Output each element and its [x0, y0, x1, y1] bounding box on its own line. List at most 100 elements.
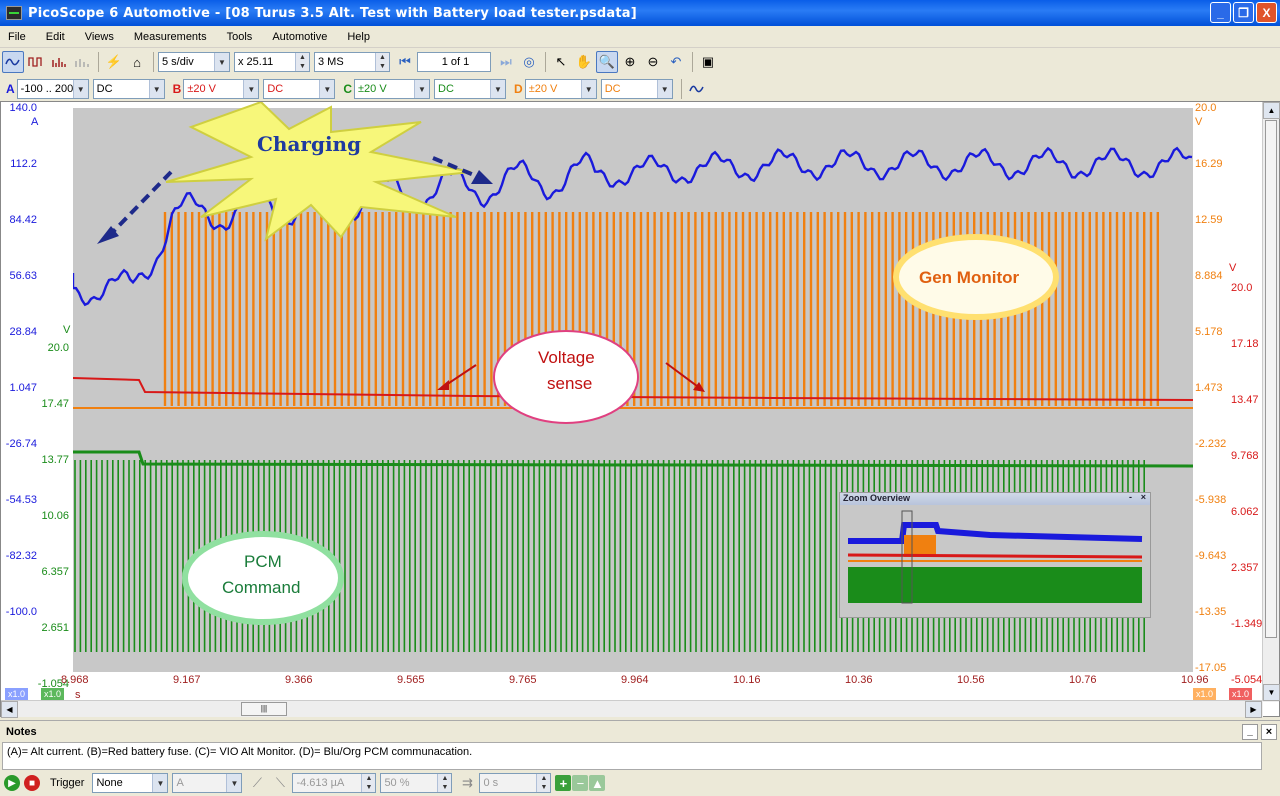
home-icon[interactable]: ⌂: [126, 51, 148, 73]
samples-spinner[interactable]: 3 MS ▲ ▼: [314, 52, 390, 72]
axis-a-tick: 56.63: [9, 270, 37, 282]
axis-c-tick: 17.47: [41, 398, 69, 410]
pcm-callout-line1: PCM: [244, 552, 282, 571]
pcm-callout-line2: Command: [222, 578, 301, 597]
restore-button[interactable]: ❐: [1233, 2, 1254, 23]
voltage-sense-callout-line2: sense: [547, 374, 593, 393]
axis-d-tick: -9.643: [1195, 550, 1227, 562]
zoom-out-icon[interactable]: ⊖: [642, 51, 664, 73]
axis-b-tick: 6.062: [1231, 506, 1259, 518]
channel-b-coupling[interactable]: DC ▼: [263, 79, 336, 99]
signal-generator-icon[interactable]: [686, 78, 708, 100]
spectrum-mode-icon[interactable]: [48, 51, 70, 73]
run-icon[interactable]: ▶: [4, 775, 20, 791]
axis-x-tick: 9.765: [509, 674, 537, 686]
notes-text-area[interactable]: (A)= Alt current. (B)=Red battery fuse. …: [2, 742, 1262, 770]
axis-d-tick: 1.473: [1195, 382, 1223, 394]
scroll-down-icon[interactable]: ▼: [1263, 684, 1280, 701]
channel-a-label[interactable]: A: [6, 82, 15, 96]
channel-a-range[interactable]: -100 .. 200 ▼: [16, 79, 89, 99]
axis-b-tick: 9.768: [1231, 450, 1259, 462]
axis-a-tick: 1.047: [9, 382, 37, 394]
trigger-mode-select[interactable]: None ▼: [92, 773, 169, 793]
scroll-up-icon[interactable]: ▲: [1263, 102, 1280, 119]
vertical-scroll-thumb[interactable]: [1265, 120, 1277, 638]
notes-minimize-icon[interactable]: _: [1242, 724, 1258, 740]
minimize-button[interactable]: _: [1210, 2, 1231, 23]
axis-d-tick: 5.178: [1195, 326, 1223, 338]
notes-text: (A)= Alt current. (B)=Red battery fuse. …: [7, 746, 473, 758]
axis-d-tick: -13.35: [1195, 606, 1227, 618]
channel-c-label[interactable]: C: [343, 82, 352, 96]
channel-c-coupling[interactable]: DC ▼: [434, 79, 507, 99]
remove-trigger-icon: −: [572, 775, 589, 791]
notes-close-icon[interactable]: ×: [1261, 724, 1277, 740]
menu-views[interactable]: Views: [85, 31, 114, 43]
timebase-select[interactable]: 5 s/div ▼: [158, 52, 230, 72]
trigger-threshold-field: -4.613 µA ▲ ▼: [292, 773, 377, 793]
axis-x-tick: 10.76: [1069, 674, 1097, 686]
last-page-icon[interactable]: ⏭: [495, 51, 517, 73]
menu-tools[interactable]: Tools: [227, 31, 253, 43]
axis-b-tick: -5.054: [1231, 674, 1263, 686]
window-title: PicoScope 6 Automotive - [08 Turus 3.5 A…: [28, 5, 637, 21]
falling-edge-icon: ⟍: [275, 775, 285, 790]
axis-a-tick: -82.32: [5, 550, 37, 562]
compass-icon[interactable]: ◎: [518, 51, 540, 73]
axis-a-tick: -54.53: [5, 494, 37, 506]
voltage-sense-callout-line1: Voltage: [538, 348, 595, 367]
pointer-icon[interactable]: ↖: [550, 51, 572, 73]
probe-icon[interactable]: ⚡: [103, 51, 125, 73]
axis-c-tick: 20.0: [47, 342, 69, 354]
delay-icon: ⇉: [461, 775, 473, 790]
channel-c-range[interactable]: ±20 V ▼: [354, 79, 431, 99]
zoom-fit-icon[interactable]: ▣: [697, 51, 719, 73]
add-trigger-icon[interactable]: +: [555, 775, 572, 791]
first-page-icon[interactable]: ⏮: [394, 51, 416, 73]
undo-zoom-icon[interactable]: ↶: [665, 51, 687, 73]
page-field[interactable]: 1 of 1: [417, 52, 491, 72]
channel-d-label[interactable]: D: [514, 82, 523, 96]
horizontal-scroll-thumb[interactable]: |||: [241, 702, 287, 716]
horizontal-scrollbar[interactable]: ◀ ||| ▶: [1, 700, 1263, 718]
channel-d-range[interactable]: ±20 V ▼: [524, 79, 597, 99]
scroll-right-icon[interactable]: ▶: [1245, 701, 1262, 718]
menu-edit[interactable]: Edit: [46, 31, 65, 43]
channel-d-coupling[interactable]: DC ▼: [600, 79, 673, 99]
axis-a-tick: 112.2: [10, 158, 37, 170]
close-button[interactable]: X: [1256, 2, 1277, 23]
menu-measurements[interactable]: Measurements: [134, 31, 207, 43]
channel-b-range[interactable]: ±20 V ▼: [183, 79, 260, 99]
main-toolbar: ⚡ ⌂ 5 s/div ▼ x 25.11 ▲ ▼ 3 MS ▲ ▼ ⏮ 1 of 1 ⏭…: [0, 49, 1280, 75]
axis-b-tick: 2.357: [1231, 562, 1259, 574]
axis-a-tick: 84.42: [9, 214, 37, 226]
zoom-spinner[interactable]: x 25.11 ▲ ▼: [234, 52, 310, 72]
axis-b-tick: 17.18: [1231, 338, 1259, 350]
notes-header: Notes _ ×: [0, 720, 1280, 742]
axis-b-tick: 20.0: [1231, 282, 1253, 294]
axis-c-tick: 10.06: [41, 510, 69, 522]
axis-d-tick: -5.938: [1195, 494, 1227, 506]
stop-icon[interactable]: ■: [24, 775, 40, 791]
channel-b-label[interactable]: B: [173, 82, 182, 96]
menu-automotive[interactable]: Automotive: [272, 31, 327, 43]
menu-file[interactable]: File: [8, 31, 26, 43]
axis-c-tick: 13.77: [41, 454, 69, 466]
vertical-scrollbar[interactable]: ▲ ▼: [1262, 102, 1280, 702]
disabled-mode-icon: [71, 51, 93, 73]
channel-a-coupling[interactable]: DC ▼: [92, 79, 165, 99]
charging-callout: Charging: [257, 132, 362, 156]
axis-x-tick: 9.366: [285, 674, 313, 686]
zoom-select-icon[interactable]: 🔍: [596, 51, 618, 73]
axis-x-tick: 10.16: [733, 674, 761, 686]
axis-a-tick: -26.74: [5, 438, 37, 450]
scroll-left-icon[interactable]: ◀: [1, 701, 18, 718]
axis-d-tick: 20.0: [1195, 102, 1217, 114]
axis-a-tick: -100.0: [5, 606, 37, 618]
scope-mode-icon[interactable]: [2, 51, 24, 73]
persistence-mode-icon[interactable]: [25, 51, 47, 73]
axis-x-tick: 9.565: [397, 674, 425, 686]
zoom-in-icon[interactable]: ⊕: [619, 51, 641, 73]
hand-icon[interactable]: ✋: [573, 51, 595, 73]
menu-help[interactable]: Help: [347, 31, 370, 43]
